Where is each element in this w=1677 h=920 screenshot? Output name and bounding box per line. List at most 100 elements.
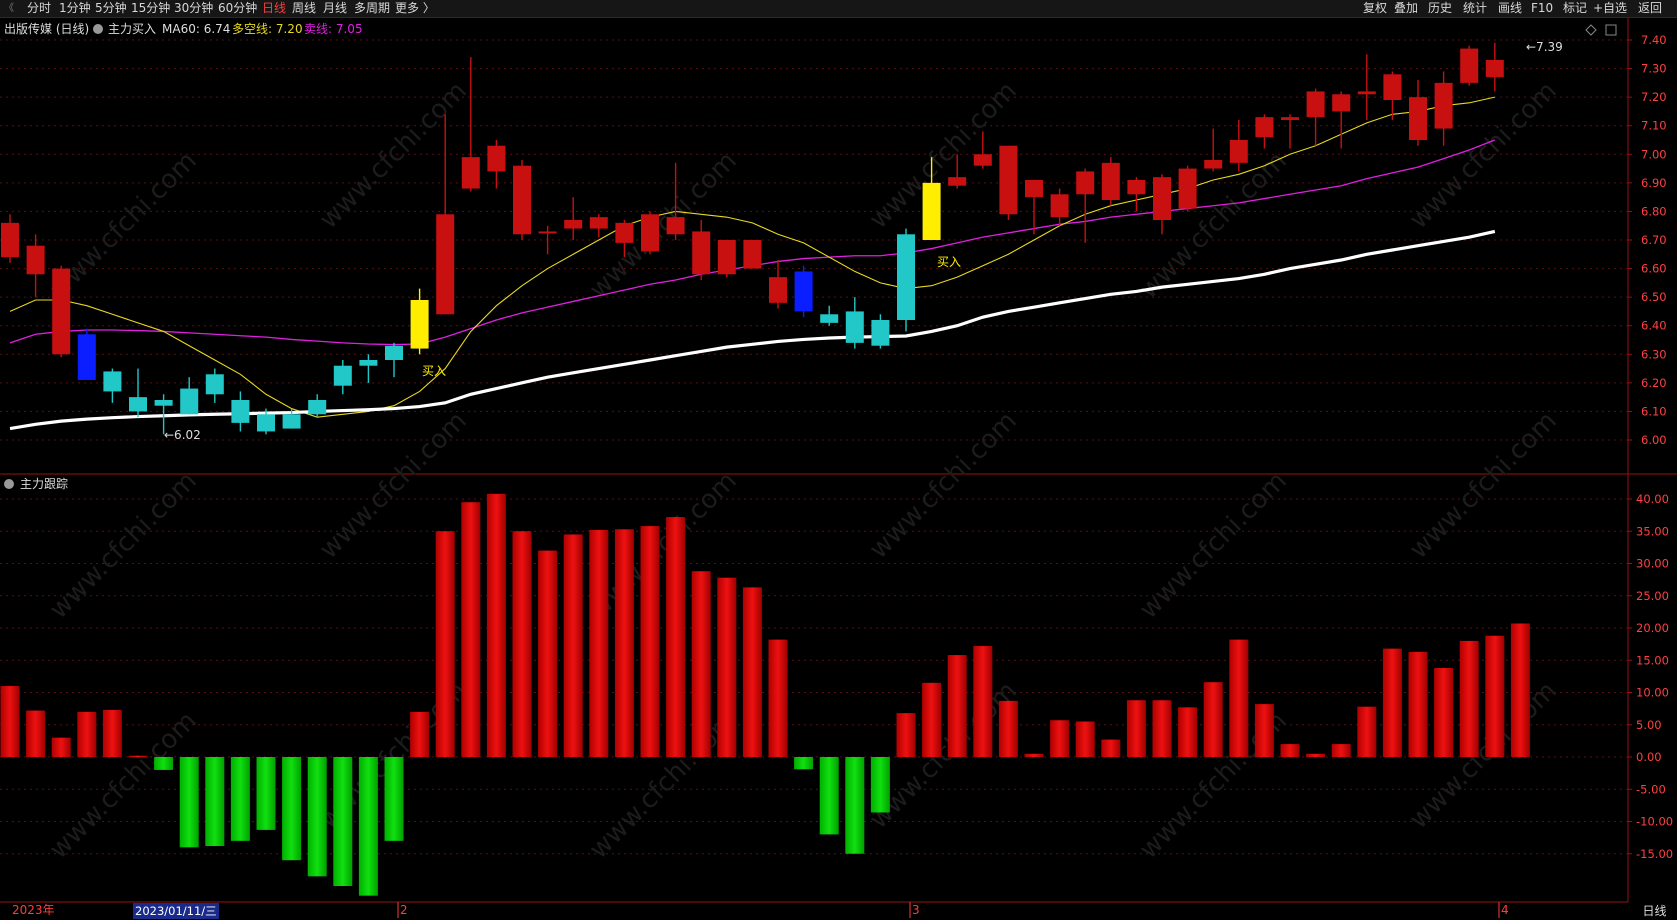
period-tab-4[interactable]: 30分钟 bbox=[174, 0, 213, 17]
tool-button-3[interactable]: 统计 bbox=[1463, 0, 1487, 17]
candle-body bbox=[333, 365, 352, 386]
period-tab-10[interactable]: 更多 〉 bbox=[395, 0, 435, 17]
period-toolbar: 分时 1分钟 5分钟 15分钟 30分钟 60分钟 日线 周线 月线 多周期 更多 〉 复权 叠加 历史统… bbox=[0, 0, 1677, 18]
zhuli-bar bbox=[154, 757, 174, 770]
candle bbox=[487, 140, 506, 189]
candle-body bbox=[897, 234, 915, 320]
candle-body bbox=[231, 400, 250, 423]
candle bbox=[820, 305, 839, 326]
tool-button-8[interactable]: 返回 bbox=[1638, 0, 1662, 17]
candle bbox=[845, 297, 864, 349]
candle-body bbox=[487, 145, 506, 172]
sub-panel-title: 主力跟踪 bbox=[20, 477, 68, 491]
candle-body bbox=[1357, 91, 1376, 95]
watermark-text: www.cfchi.com bbox=[864, 406, 1023, 565]
stock-title: 出版传媒 (日线) bbox=[4, 21, 89, 36]
candle bbox=[1, 214, 19, 263]
candle bbox=[564, 197, 583, 240]
sub-tick-label: -5.00 bbox=[1636, 782, 1666, 796]
period-tab-6[interactable]: 日线 bbox=[262, 0, 286, 17]
price-tick-label: 6.30 bbox=[1641, 347, 1667, 361]
candle bbox=[1332, 91, 1351, 149]
zhuli-bar bbox=[768, 639, 788, 757]
collapse-icon[interactable]: 《 bbox=[4, 0, 14, 17]
candle bbox=[589, 214, 608, 238]
period-tab-3[interactable]: 15分钟 bbox=[131, 0, 170, 17]
candle-body bbox=[308, 400, 327, 415]
candle bbox=[1281, 114, 1299, 149]
candle-body bbox=[154, 400, 173, 406]
candle-body bbox=[103, 371, 122, 392]
tool-button-4[interactable]: 画线 bbox=[1498, 0, 1522, 17]
price-tick-label: 6.20 bbox=[1641, 376, 1667, 390]
candle-body bbox=[410, 300, 429, 349]
candle-body bbox=[1178, 168, 1197, 209]
zhuli-bar bbox=[538, 550, 558, 757]
high-price-marker: ←7.39 bbox=[1526, 40, 1563, 54]
zhuli-bar bbox=[973, 646, 993, 757]
candle-body bbox=[692, 231, 711, 275]
candle bbox=[692, 220, 711, 280]
zhuli-bar bbox=[1178, 707, 1198, 757]
candle bbox=[513, 160, 531, 240]
period-tab-8[interactable]: 月线 bbox=[323, 0, 347, 17]
candle bbox=[1485, 42, 1504, 92]
candle-body bbox=[1127, 180, 1146, 195]
sub-tick-label: 15.00 bbox=[1636, 653, 1669, 667]
candle-body bbox=[1255, 117, 1274, 138]
indicator-name: 主力买入 bbox=[108, 22, 156, 36]
date-label-month: 2 bbox=[400, 903, 408, 917]
tool-button-1[interactable]: 叠加 bbox=[1394, 0, 1418, 17]
candle-body bbox=[769, 277, 787, 303]
candle bbox=[871, 314, 890, 349]
zhuli-bar bbox=[870, 757, 890, 813]
price-tick-label: 6.50 bbox=[1641, 290, 1667, 304]
duokong-label: 多空线: 7.20 bbox=[232, 22, 303, 36]
candle bbox=[1357, 54, 1376, 120]
buy-marker: 买入 bbox=[422, 364, 446, 378]
chart-area[interactable]: www.cfchi.com www.cfchi.com www.cfchi.com w… bbox=[0, 18, 1677, 920]
zhuli-bar bbox=[1254, 704, 1274, 757]
candle bbox=[1050, 188, 1069, 226]
candle-body bbox=[1076, 171, 1095, 195]
candle-body bbox=[1101, 162, 1120, 200]
candle-body bbox=[1050, 194, 1069, 218]
period-tab-2[interactable]: 5分钟 bbox=[95, 0, 127, 17]
zhuli-bar bbox=[666, 517, 686, 757]
zhuli-bar bbox=[845, 757, 865, 854]
candle-body bbox=[922, 182, 941, 240]
period-tab-7[interactable]: 周线 bbox=[292, 0, 316, 17]
candle bbox=[359, 354, 378, 383]
period-tab-1[interactable]: 1分钟 bbox=[59, 0, 91, 17]
candle bbox=[717, 240, 736, 278]
tool-button-5[interactable]: F10 bbox=[1531, 0, 1553, 17]
watermark-text: www.cfchi.com bbox=[1404, 676, 1563, 835]
tool-button-0[interactable]: 复权 bbox=[1363, 0, 1387, 17]
zhuli-bar bbox=[1382, 648, 1402, 757]
indicator-dropdown-icon bbox=[93, 24, 103, 34]
tool-button-7[interactable]: +自选 bbox=[1593, 0, 1627, 17]
candle bbox=[1255, 114, 1274, 149]
price-tick-label: 7.10 bbox=[1641, 119, 1667, 133]
candle-body bbox=[641, 214, 659, 252]
watermark-text: www.cfchi.com bbox=[314, 76, 473, 235]
candle-body bbox=[615, 222, 634, 243]
candle-body bbox=[436, 214, 455, 315]
zhuli-bar bbox=[1101, 739, 1121, 757]
zhuli-bar bbox=[0, 686, 20, 757]
tool-button-6[interactable]: 标记 bbox=[1563, 0, 1587, 17]
period-tab-5[interactable]: 60分钟 bbox=[218, 0, 257, 17]
candle bbox=[897, 228, 915, 332]
zhuli-bar bbox=[1152, 700, 1172, 757]
period-tab-0[interactable]: 分时 bbox=[27, 0, 51, 17]
zhuli-bar bbox=[333, 757, 353, 886]
candle-body bbox=[77, 334, 96, 380]
candle-body bbox=[871, 320, 890, 346]
date-label-month: 3 bbox=[912, 903, 920, 917]
zhuli-bar bbox=[1050, 720, 1070, 757]
tool-button-2[interactable]: 历史 bbox=[1428, 0, 1452, 17]
period-tab-9[interactable]: 多周期 bbox=[354, 0, 390, 17]
bottom-period-tab[interactable]: 日线 bbox=[1632, 902, 1677, 920]
ma60-label: MA60: 6.74 bbox=[162, 22, 230, 36]
candle-body bbox=[129, 397, 147, 412]
